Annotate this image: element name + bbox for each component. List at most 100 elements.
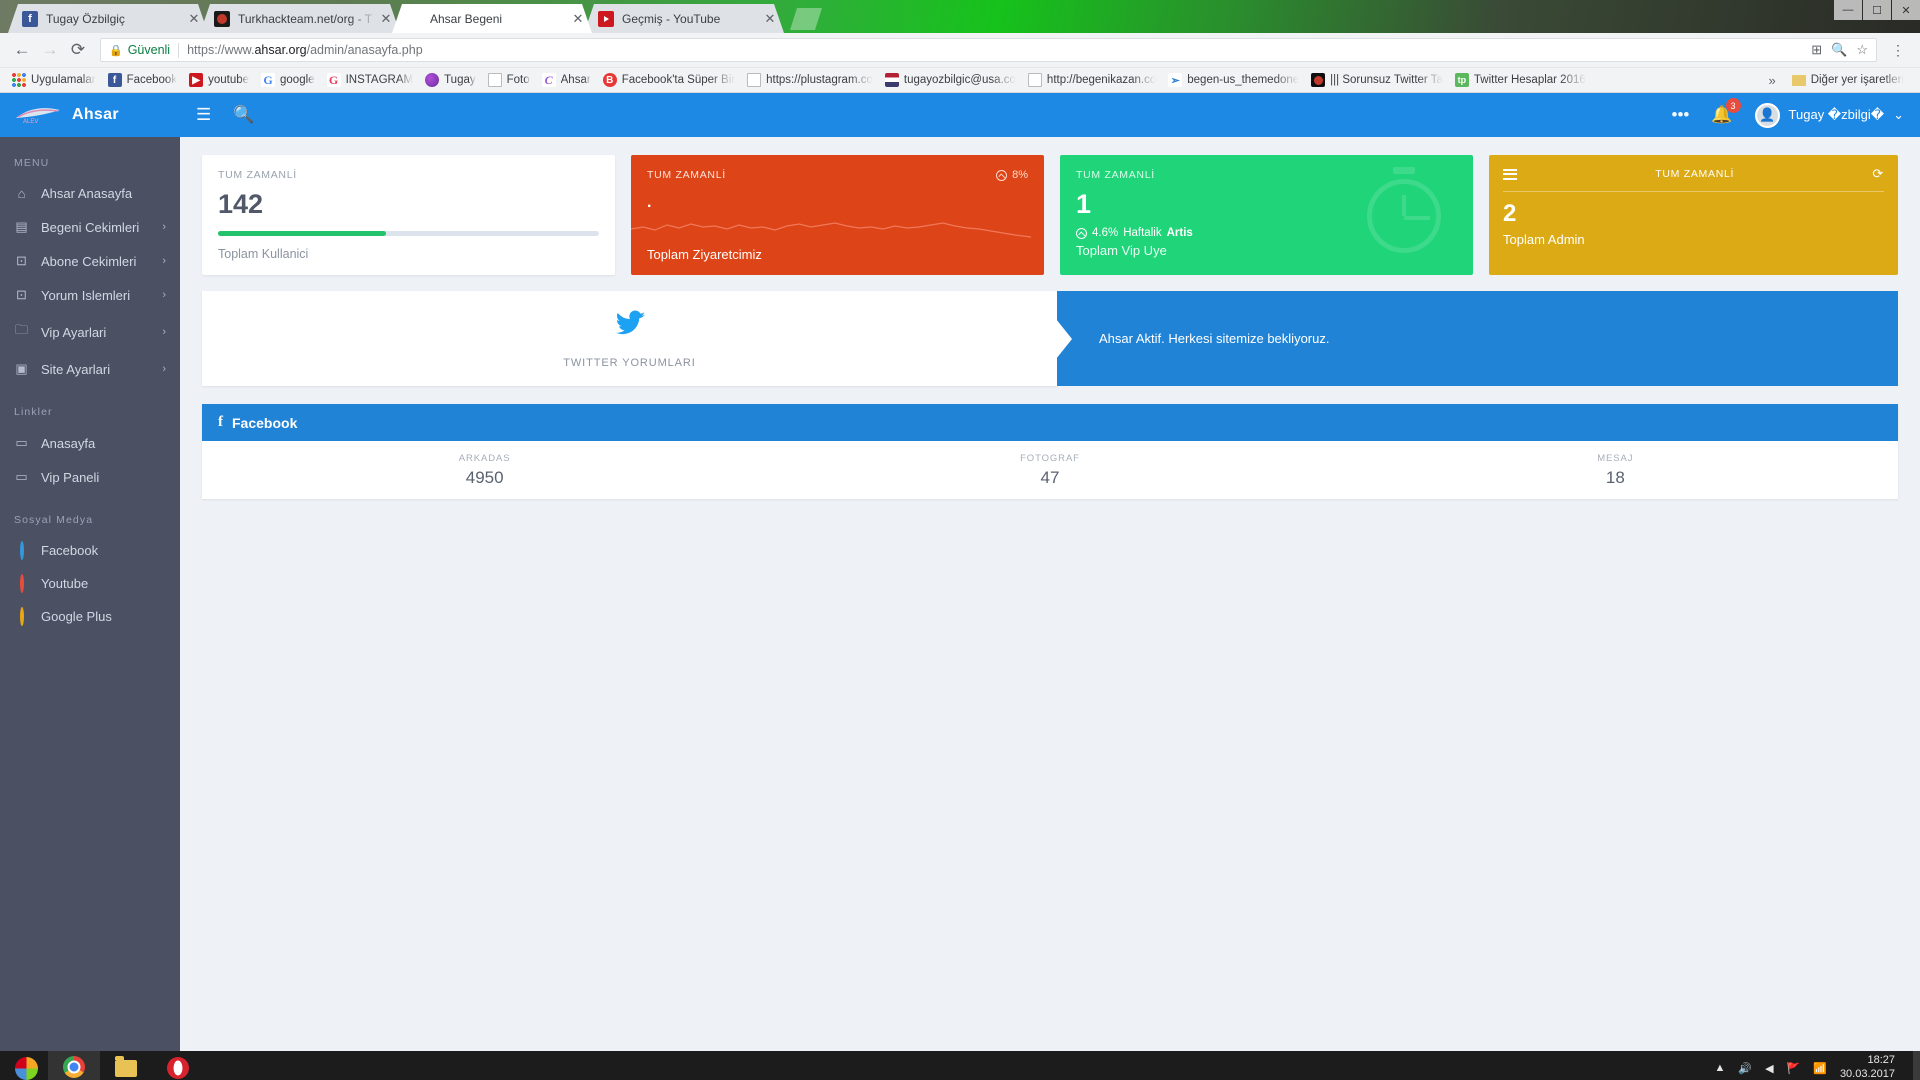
- more-horizontal-icon[interactable]: •••: [1672, 105, 1690, 125]
- tp-icon: tp: [1454, 73, 1469, 87]
- notification-badge: 3: [1725, 98, 1741, 113]
- bookmark-apps[interactable]: Uygulamalar: [6, 71, 102, 89]
- show-desktop-button[interactable]: [1913, 1051, 1920, 1080]
- start-button[interactable]: [4, 1051, 48, 1080]
- sidebar-item-google-plus[interactable]: Google Plus: [0, 600, 180, 633]
- extension-icon[interactable]: ⊞: [1811, 42, 1822, 58]
- sidebar-item-facebook[interactable]: Facebook: [0, 534, 180, 567]
- tab-close-button[interactable]: ✕: [186, 11, 202, 27]
- other-bookmarks-folder[interactable]: Diğer yer işaretleri: [1786, 72, 1910, 88]
- address-bar[interactable]: 🔒 Güvenli https://www. ahsar.org/admin/an…: [100, 38, 1877, 62]
- alev-logo-icon: ALEV: [14, 104, 62, 126]
- bookmark-item[interactable]: https://plustagram.co: [741, 71, 879, 89]
- document-icon: [747, 73, 762, 87]
- opera-taskbar-item[interactable]: [152, 1051, 204, 1080]
- stopwatch-icon: [1367, 179, 1441, 253]
- bookmark-label: ||| Sorunsuz Twitter Ta: [1330, 74, 1443, 86]
- sidebar-item-site-ayarlari[interactable]: ▣ Site Ayarlari ›: [0, 352, 180, 386]
- sidebar-item-label: Vip Ayarlari: [41, 324, 107, 340]
- bookmark-item[interactable]: ➢ begen-us_themedone: [1162, 71, 1305, 89]
- tray-arrow-icon[interactable]: ◀: [1765, 1062, 1773, 1075]
- home-icon: ⌂: [17, 186, 26, 201]
- trend-circle-icon: [996, 169, 1008, 181]
- taskbar-clock[interactable]: 18:27 30.03.2017: [1840, 1054, 1903, 1080]
- chrome-menu-button[interactable]: ⋮: [1885, 42, 1912, 59]
- bookmark-item[interactable]: Ggoogle: [255, 71, 321, 89]
- bookmark-item[interactable]: ||| Sorunsuz Twitter Ta: [1305, 71, 1449, 89]
- user-menu[interactable]: 👤 Tugay �zbilgi� ⌄: [1754, 102, 1904, 128]
- bookmark-item[interactable]: C Ahsar: [536, 71, 597, 89]
- hamburger-icon[interactable]: [1503, 168, 1517, 180]
- sidebar-item-ahsar-anasayfa[interactable]: ⌂ Ahsar Anasayfa: [0, 177, 180, 210]
- network-icon[interactable]: 📶: [1813, 1062, 1827, 1075]
- search-icon[interactable]: 🔍: [233, 105, 254, 125]
- minimize-button[interactable]: —: [1834, 0, 1862, 20]
- screen-icon: ▭: [15, 469, 28, 484]
- chevron-right-icon: ›: [162, 255, 166, 267]
- circle-icon: [19, 607, 24, 626]
- browser-tab[interactable]: f Tugay Özbilgiç ✕: [8, 4, 208, 33]
- bookmark-item[interactable]: Tugay: [419, 71, 482, 89]
- opera-icon: [167, 1057, 189, 1079]
- sidebar-item-begeni-cekimleri[interactable]: ▤ Begeni Cekimleri ›: [0, 210, 180, 244]
- reload-button[interactable]: ⟳: [64, 36, 92, 64]
- search-icon[interactable]: 🔍: [1831, 42, 1847, 58]
- bookmark-item[interactable]: B Facebook'ta Süper Bir: [597, 71, 741, 89]
- sidebar-item-youtube[interactable]: Youtube: [0, 567, 180, 600]
- sidebar-menu-heading: MENU: [14, 157, 50, 169]
- bookmark-label: Uygulamalar: [31, 74, 96, 86]
- bookmark-item[interactable]: http://begenikazan.co: [1022, 71, 1162, 89]
- tray-expand-icon[interactable]: ▲: [1714, 1062, 1725, 1074]
- stopwatch-top-icon: [1393, 167, 1415, 174]
- bookmark-item[interactable]: tugayozbilgic@usa.co: [879, 71, 1022, 89]
- bookmark-label: Tugay: [444, 74, 476, 86]
- notifications-button[interactable]: 🔔 3: [1711, 98, 1741, 125]
- bookmark-star-icon[interactable]: ☆: [1856, 42, 1868, 58]
- chrome-taskbar-item[interactable]: [48, 1051, 100, 1080]
- bookmark-label: Foto: [506, 74, 530, 86]
- back-button[interactable]: ←: [8, 36, 36, 64]
- tab-close-button[interactable]: ✕: [570, 11, 586, 27]
- folder-icon: 🗀: [14, 322, 28, 337]
- close-window-button[interactable]: ✕: [1892, 0, 1920, 20]
- explorer-taskbar-item[interactable]: [100, 1051, 152, 1080]
- youtube-icon: [598, 10, 614, 27]
- stat-card-toplam-kullanici: TUM ZAMANLİ 142 Toplam Kullanici: [202, 155, 615, 275]
- tugay-icon: [425, 73, 440, 87]
- facebook-stat-arkadas: ARKADAS 4950: [202, 441, 767, 499]
- browser-tab-active[interactable]: C Ahsar Begeni ✕: [392, 4, 592, 33]
- maximize-button[interactable]: ☐: [1863, 0, 1891, 20]
- card-value: 2: [1503, 200, 1517, 227]
- bookmark-item[interactable]: tp Twitter Hesaplar 2016: [1449, 71, 1592, 89]
- brand-name: Ahsar: [72, 106, 119, 123]
- new-tab-button[interactable]: [790, 8, 822, 30]
- browser-tab[interactable]: Geçmiş - YouTube ✕: [584, 4, 784, 33]
- chrome-icon: [63, 1056, 85, 1078]
- bookmark-item[interactable]: ▶ youtube: [183, 71, 255, 89]
- sidebar-item-yorum-islemleri[interactable]: ⊡ Yorum Islemleri ›: [0, 278, 180, 312]
- forward-button[interactable]: →: [36, 36, 64, 64]
- bookmark-item[interactable]: G İNSTAGRAM: [321, 71, 420, 89]
- refresh-icon[interactable]: ⟳: [1872, 166, 1884, 182]
- tab-close-button[interactable]: ✕: [762, 11, 778, 27]
- volume-icon[interactable]: 🔊: [1738, 1062, 1752, 1075]
- sidebar-item-vip-ayarlari[interactable]: 🗀 Vip Ayarlari ›: [0, 312, 180, 352]
- chevron-down-icon: ⌄: [1893, 107, 1904, 122]
- brand-header[interactable]: ALEV Ahsar: [0, 93, 180, 137]
- sidebar-item-abone-cekimleri[interactable]: ⊡ Abone Cekimleri ›: [0, 244, 180, 278]
- flag-icon[interactable]: 🚩: [1787, 1062, 1801, 1075]
- sidebar-item-label: Vip Paneli: [41, 469, 100, 485]
- sidebar-item-anasayfa[interactable]: ▭ Anasayfa: [0, 426, 180, 460]
- svg-text:ALEV: ALEV: [23, 119, 38, 125]
- system-tray: ▲ 🔊 ◀ 🚩 📶 18:27 30.03.2017: [1714, 1054, 1913, 1080]
- bookmark-item[interactable]: f Facebook: [102, 71, 184, 89]
- sidebar-item-vip-paneli[interactable]: ▭ Vip Paneli: [0, 460, 180, 494]
- bookmarks-overflow-button[interactable]: »: [1768, 73, 1775, 88]
- folder-icon: [115, 1055, 137, 1077]
- browser-tab[interactable]: Turkhackteam.net/org - T ✕: [200, 4, 400, 33]
- hamburger-icon[interactable]: ☰: [196, 105, 211, 125]
- bookmark-label: tugayozbilgic@usa.co: [903, 74, 1016, 86]
- turkhackteam-icon: [214, 10, 230, 27]
- bookmark-item[interactable]: Foto: [482, 71, 536, 89]
- tab-close-button[interactable]: ✕: [378, 11, 394, 27]
